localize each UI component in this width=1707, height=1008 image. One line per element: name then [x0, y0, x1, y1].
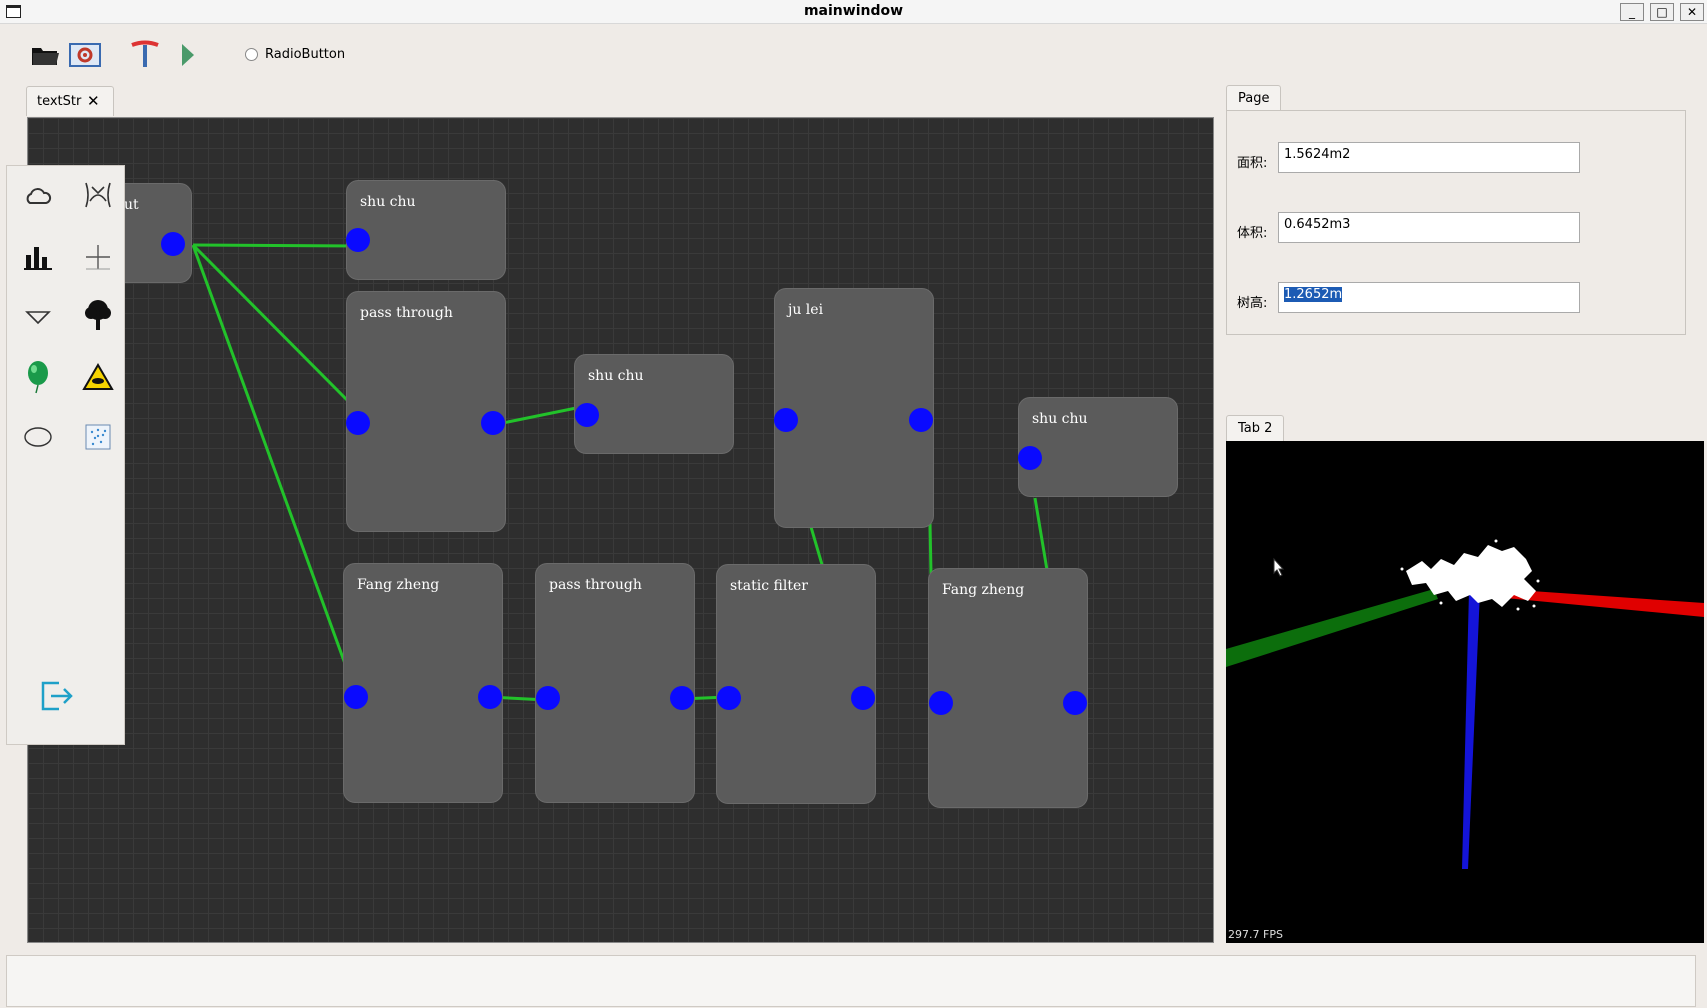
- connection-edge: [492, 404, 587, 427]
- settings-image-icon[interactable]: [67, 38, 103, 72]
- node-title: ju lei: [788, 302, 824, 318]
- graph-node[interactable]: shu chu: [346, 180, 506, 280]
- ellipse-icon[interactable]: [21, 420, 55, 454]
- mouse-cursor-icon: [1273, 557, 1285, 577]
- tree-icon[interactable]: [81, 298, 115, 332]
- close-button[interactable]: ✕: [1680, 3, 1704, 21]
- input-port[interactable]: [929, 691, 953, 715]
- triangle-down-icon[interactable]: [21, 300, 55, 334]
- status-bar: [6, 955, 1696, 1007]
- point-cloud-viewer[interactable]: 297.7 FPS: [1226, 441, 1704, 943]
- graph-node[interactable]: static filter: [716, 564, 876, 804]
- input-port[interactable]: [346, 411, 370, 435]
- input-port[interactable]: [774, 408, 798, 432]
- input-port[interactable]: [717, 686, 741, 710]
- fps-counter: 297.7 FPS: [1228, 928, 1283, 941]
- tool-palette: [6, 165, 125, 745]
- output-port[interactable]: [670, 686, 694, 710]
- y-axis: [1226, 589, 1438, 667]
- balloon-icon[interactable]: [21, 360, 55, 394]
- tab-page[interactable]: Page: [1226, 85, 1282, 111]
- input-port[interactable]: [575, 403, 599, 427]
- output-port[interactable]: [161, 232, 185, 256]
- graph-node[interactable]: shu chu: [574, 354, 734, 454]
- viewer-scene: [1226, 539, 1704, 869]
- exit-icon[interactable]: [37, 676, 77, 716]
- node-title: shu chu: [1032, 411, 1088, 427]
- maximize-button[interactable]: □: [1650, 3, 1674, 21]
- open-folder-icon[interactable]: [28, 40, 62, 70]
- node-title: Fang zheng: [942, 582, 1025, 598]
- connection-edge: [809, 526, 825, 569]
- input-port[interactable]: [346, 228, 370, 252]
- connection-edge: [928, 522, 933, 575]
- graph-node[interactable]: pass through: [535, 563, 695, 803]
- node-title: pass through: [549, 577, 642, 593]
- connection-edge: [191, 244, 358, 695]
- input-port[interactable]: [344, 685, 368, 709]
- node-title: shu chu: [588, 368, 644, 384]
- output-port[interactable]: [909, 408, 933, 432]
- selected-text: 1.2652m: [1284, 287, 1343, 302]
- scatter-icon[interactable]: [81, 420, 115, 454]
- input-port[interactable]: [1018, 446, 1042, 470]
- node-title: static filter: [730, 578, 808, 594]
- area-field[interactable]: 1.5624m2: [1278, 142, 1580, 173]
- tree-height-field[interactable]: 1.2652m: [1278, 282, 1580, 313]
- z-axis: [1462, 591, 1480, 869]
- radio-button-label: RadioButton: [265, 47, 346, 62]
- bar-chart-icon[interactable]: [21, 240, 55, 274]
- tab-textstr[interactable]: textStr ✕: [26, 86, 114, 116]
- graph-node[interactable]: ju lei: [774, 288, 934, 528]
- area-label: 面积:: [1237, 156, 1268, 171]
- node-title: ut: [124, 197, 139, 213]
- text-tool-icon[interactable]: [128, 38, 162, 72]
- connections-layer: [191, 243, 1049, 702]
- output-port[interactable]: [851, 686, 875, 710]
- output-port[interactable]: [481, 411, 505, 435]
- plus-icon[interactable]: [81, 240, 115, 274]
- node-title: pass through: [360, 305, 453, 321]
- tab-2[interactable]: Tab 2: [1226, 415, 1285, 441]
- page-panel: 面积: 1.5624m2 体积: 0.6452m3 树高: 1.2652m: [1226, 110, 1686, 335]
- output-port[interactable]: [1063, 691, 1087, 715]
- graph-node[interactable]: shu chu: [1018, 397, 1178, 497]
- output-port[interactable]: [478, 685, 502, 709]
- volume-field[interactable]: 0.6452m3: [1278, 212, 1580, 243]
- connection-edge: [191, 243, 360, 413]
- tab-label: textStr: [37, 94, 82, 109]
- connection-edge: [192, 243, 359, 248]
- cloud-icon[interactable]: [21, 180, 55, 214]
- window-title: mainwindow: [803, 3, 904, 19]
- graph-node[interactable]: Fang zheng: [343, 563, 503, 803]
- node-title: shu chu: [360, 194, 416, 210]
- connection-edge: [1033, 497, 1049, 571]
- graph-node[interactable]: Fang zheng: [928, 568, 1088, 808]
- close-tab-icon[interactable]: ✕: [87, 92, 100, 110]
- volume-label: 体积:: [1237, 226, 1268, 241]
- warning-icon[interactable]: [81, 360, 115, 394]
- run-icon[interactable]: [178, 40, 198, 70]
- graph-node[interactable]: pass through: [346, 291, 506, 532]
- title-bar: mainwindow _ □ ✕: [0, 0, 1707, 24]
- minimize-button[interactable]: _: [1620, 3, 1644, 21]
- node-title: Fang zheng: [357, 577, 440, 593]
- node-graph-canvas[interactable]: ut shu chu pass through shu chu ju lei s…: [27, 117, 1214, 943]
- radio-button[interactable]: [245, 48, 258, 61]
- tree-height-label: 树高:: [1237, 296, 1268, 311]
- input-port[interactable]: [536, 686, 560, 710]
- pelvis-icon[interactable]: [81, 178, 115, 212]
